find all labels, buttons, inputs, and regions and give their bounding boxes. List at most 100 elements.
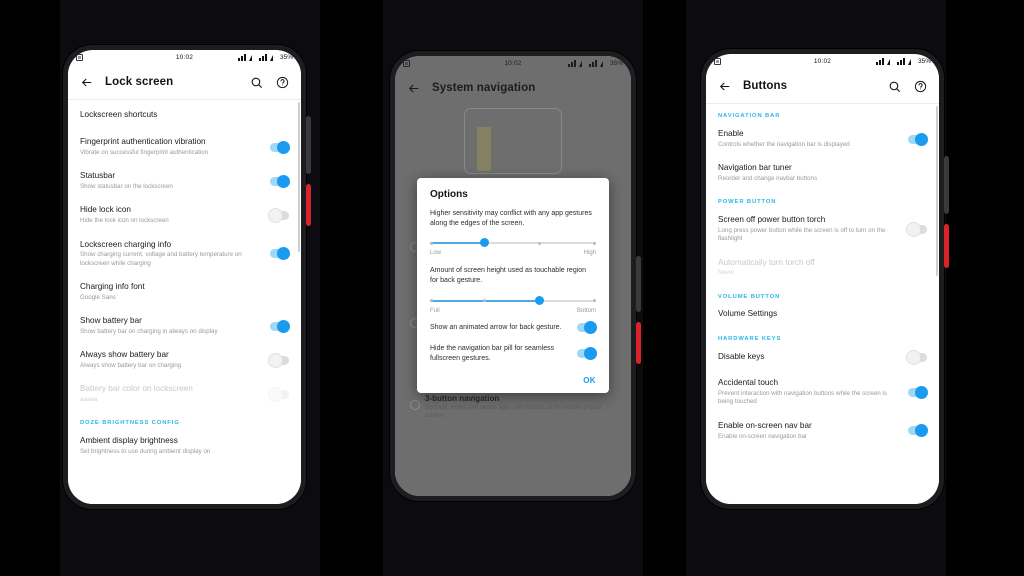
toggle-switch[interactable] [270, 140, 290, 154]
list-item-title: Statusbar [80, 171, 116, 181]
volume-button[interactable] [306, 116, 311, 174]
list-item-subtitle: Long press power button while the screen… [718, 226, 886, 243]
height-slider[interactable] [430, 295, 596, 306]
back-arrow-icon[interactable] [79, 75, 94, 90]
list-item[interactable]: Statusbar Show statusbar on the lockscre… [68, 164, 301, 198]
section-header-volume-button: VOLUME BUTTON [718, 293, 781, 300]
sensitivity-slider[interactable] [430, 238, 596, 248]
toggle-switch[interactable] [270, 247, 290, 261]
app-bar: System navigation [395, 71, 631, 105]
toggle-switch[interactable] [908, 424, 928, 438]
power-button[interactable] [306, 184, 311, 226]
section-header-hardware-keys: HARDWARE KEYS [718, 336, 782, 343]
list-item[interactable]: Screen off power button torch Long press… [706, 208, 939, 250]
dialog-text-height: Amount of screen height used as touchabl… [430, 267, 587, 285]
dialog-toggle-label: Hide the navigation bar pill for seamles… [430, 344, 555, 362]
list-item[interactable]: Charging info font Google Sans [68, 275, 301, 309]
search-icon[interactable] [249, 75, 264, 90]
phone-lock-screen: 10:02 35% Lock screen Lockscreen shortcu… [62, 44, 311, 510]
slider-thumb[interactable] [535, 295, 545, 305]
search-icon[interactable] [887, 79, 902, 94]
status-right: 35% [567, 60, 623, 67]
battery-percent: 35% [609, 60, 623, 67]
list-item-title: Enable on-screen nav bar [718, 420, 812, 430]
list-item[interactable]: Lockscreen charging info Show charging c… [68, 233, 301, 275]
help-icon[interactable] [913, 79, 928, 94]
scrollbar[interactable] [936, 106, 938, 276]
sim2-signal-icon [896, 58, 905, 65]
settings-list[interactable]: Lockscreen shortcuts Fingerprint authent… [68, 100, 301, 504]
dialog-title: Options [430, 189, 468, 200]
toggle-switch[interactable] [577, 321, 597, 335]
slider-label-full: Full [430, 307, 440, 314]
volume-button[interactable] [636, 256, 641, 312]
list-item-subtitle: Controls whether the navigation bar is d… [718, 140, 850, 148]
list-item-subtitle: Prevent interaction with navigation butt… [718, 390, 887, 406]
dialog-toggle-row[interactable]: Show an animated arrow for back gesture. [430, 314, 597, 335]
navigation-preview [464, 108, 562, 174]
toggle-switch-disabled [269, 387, 289, 401]
volume-button[interactable] [944, 156, 949, 214]
toggle-switch[interactable] [577, 347, 597, 361]
app-bar: Buttons [706, 69, 939, 103]
list-item[interactable]: Show battery bar Show battery bar on cha… [68, 309, 301, 343]
dialog-toggle-row[interactable]: Hide the navigation bar pill for seamles… [430, 335, 597, 366]
status-bar: 10:02 35% [706, 54, 939, 69]
list-item[interactable]: Disable keys [706, 345, 939, 371]
settings-list[interactable]: NAVIGATION BAR Enable Controls whether t… [706, 104, 939, 504]
back-arrow-icon[interactable] [406, 81, 421, 96]
list-item-subtitle: Google Sans [80, 293, 116, 301]
toggle-switch[interactable] [269, 209, 289, 223]
signal2-icon [907, 58, 915, 65]
list-item-title: Navigation bar tuner [718, 163, 792, 173]
slider-label-low: Low [430, 250, 442, 257]
list-item-disabled: Battery bar color on lockscreen aaaaa [68, 377, 301, 411]
list-item[interactable]: Navigation bar tuner Reorder and change … [706, 156, 939, 190]
slider-tick [593, 241, 596, 245]
list-item-title: Battery bar color on lockscreen [80, 384, 193, 394]
slider-tick [430, 299, 433, 303]
option-subtitle: Go back, Home and switch apps with butto… [425, 405, 602, 420]
toggle-switch[interactable] [908, 132, 928, 146]
list-item[interactable]: Accidental touch Prevent interaction wit… [706, 371, 939, 413]
list-item[interactable]: Enable Controls whether the navigation b… [706, 122, 939, 156]
list-item-title: Disable keys [718, 352, 765, 362]
radio-3button[interactable] [410, 400, 420, 410]
list-item-subtitle: Show statusbar on the lockscreen [80, 183, 173, 191]
list-item-disabled: Automatically turn torch off Never [706, 251, 939, 285]
list-item[interactable]: Hide lock icon Hide the lock icon on loc… [68, 198, 301, 232]
list-item-title: Show battery bar [80, 316, 142, 326]
power-button[interactable] [944, 224, 949, 268]
slider-thumb[interactable] [480, 238, 490, 248]
scrollbar[interactable] [298, 102, 300, 252]
list-item[interactable]: Volume Settings [706, 303, 939, 327]
list-item[interactable]: Enable on-screen nav bar Enable on-scree… [706, 414, 939, 448]
option-3button[interactable]: 3-button navigation Go back, Home and sw… [425, 394, 621, 421]
toggle-switch[interactable] [908, 386, 928, 400]
signal2-icon [599, 60, 607, 67]
power-button[interactable] [636, 322, 641, 364]
ok-button[interactable]: OK [583, 376, 596, 385]
toggle-switch[interactable] [270, 319, 290, 333]
toggle-switch[interactable] [269, 353, 289, 367]
back-arrow-icon[interactable] [717, 79, 732, 94]
help-icon[interactable] [275, 75, 290, 90]
toggle-switch[interactable] [270, 174, 290, 188]
preview-bar [477, 127, 491, 171]
list-item[interactable]: Fingerprint authentication vibration Vib… [68, 130, 301, 164]
list-item[interactable]: Ambient display brightness Set brightnes… [68, 429, 301, 463]
status-bar: 10:02 35% [68, 50, 301, 65]
list-item[interactable]: Lockscreen shortcuts [68, 100, 301, 130]
sim2-signal-icon [258, 54, 267, 61]
list-item[interactable]: Always show battery bar Always show batt… [68, 343, 301, 377]
list-item-title: Hide lock icon [80, 205, 131, 215]
list-item-title: Charging info font [80, 282, 145, 292]
notification-icon [403, 60, 410, 67]
status-bar: 10:02 35% [395, 56, 631, 71]
signal-icon [886, 58, 894, 65]
toggle-switch[interactable] [907, 222, 927, 236]
section-header: DOZE BRIGHTNESS CONFIG [80, 420, 180, 427]
list-item-subtitle: Show battery bar on charging in always o… [80, 327, 218, 335]
list-item-subtitle: Vibrate on successful fingerprint authen… [80, 149, 209, 156]
toggle-switch[interactable] [907, 350, 927, 364]
